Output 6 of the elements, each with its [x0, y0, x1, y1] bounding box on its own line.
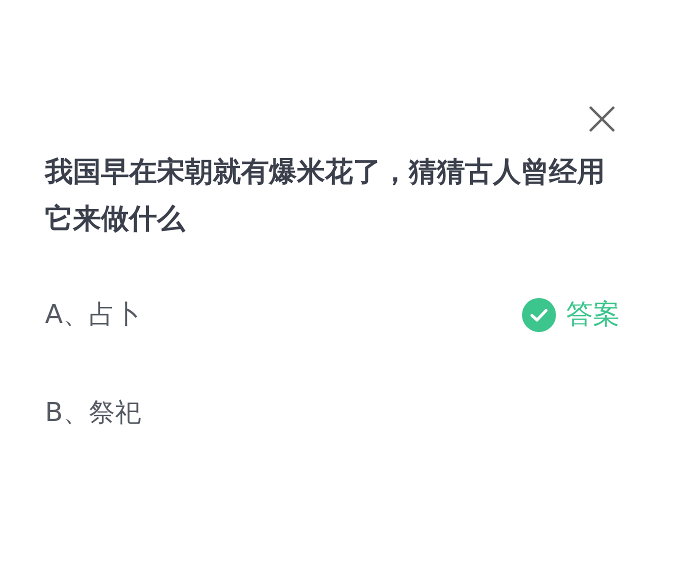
- answer-label: 答案: [566, 298, 620, 332]
- option-text[interactable]: B、祭祀: [45, 394, 141, 432]
- option-text[interactable]: A、占卜: [45, 296, 141, 334]
- close-icon[interactable]: [587, 104, 617, 134]
- question-text: 我国早在宋朝就有爆米花了，猜猜古人曾经用它来做什么: [45, 154, 606, 237]
- check-icon: [522, 298, 556, 332]
